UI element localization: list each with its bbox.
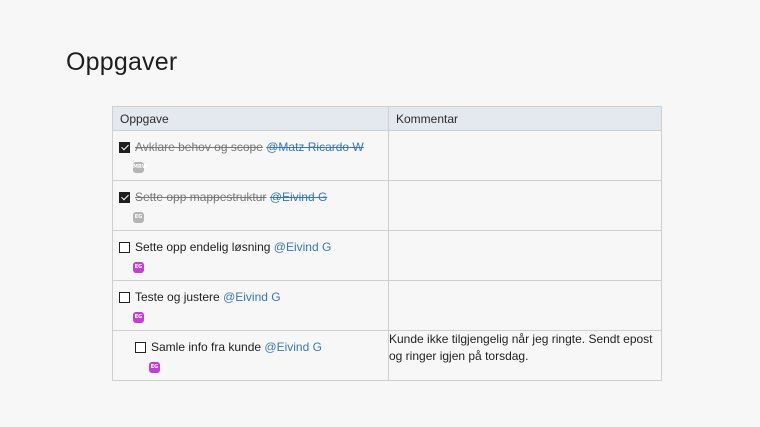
task-item: Avklare behov og scope @Matz Ricardo W (119, 139, 388, 155)
task-cell[interactable]: Teste og justere @Eivind G EG (112, 280, 389, 331)
comment-cell[interactable] (388, 230, 662, 281)
task-text: Sette opp mappestruktur (135, 190, 267, 204)
comment-cell[interactable] (388, 280, 662, 331)
table-row: Sette opp mappestruktur @Eivind G EG (112, 180, 662, 231)
mention-link[interactable]: @Matz Ricardo W (266, 140, 364, 154)
task-item: Teste og justere @Eivind G (119, 289, 388, 305)
mention-link[interactable]: @Eivind G (264, 340, 322, 354)
subtask-item: Samle info fra kunde @Eivind G (135, 339, 388, 355)
task-text: Avklare behov og scope (135, 140, 263, 154)
task-checkbox[interactable] (119, 291, 130, 303)
assignee-avatar[interactable]: EG (133, 312, 144, 323)
task-cell[interactable]: Samle info fra kunde @Eivind G EG (112, 330, 389, 381)
mention-link[interactable]: @Eivind G (274, 240, 332, 254)
table-header-row: Oppgave Kommentar (112, 106, 662, 131)
task-cell[interactable]: Avklare behov og scope @Matz Ricardo W M… (112, 130, 389, 181)
assignee-avatar[interactable]: EG (149, 362, 160, 373)
comment-cell[interactable] (388, 130, 662, 181)
task-checkbox[interactable] (135, 341, 146, 353)
task-checkbox-checked[interactable] (119, 191, 130, 203)
task-table: Oppgave Kommentar Avklare behov og scope… (112, 106, 662, 381)
column-header-comment[interactable]: Kommentar (388, 106, 662, 131)
assignee-avatar[interactable]: EG (133, 212, 144, 223)
comment-cell[interactable] (388, 180, 662, 231)
column-header-task[interactable]: Oppgave (112, 106, 389, 131)
assignee-avatar[interactable]: MRW (133, 162, 147, 173)
table-row: Sette opp endelig løsning @Eivind G EG (112, 230, 662, 281)
task-item: Sette opp mappestruktur @Eivind G (119, 189, 388, 205)
task-cell[interactable]: Sette opp mappestruktur @Eivind G EG (112, 180, 389, 231)
task-checkbox-checked[interactable] (119, 141, 130, 153)
mention-link[interactable]: @Eivind G (223, 290, 281, 304)
task-text: Samle info fra kunde (151, 340, 262, 354)
assignee-avatar[interactable]: EG (133, 262, 144, 273)
page-title: Oppgaver (66, 48, 178, 76)
table-row: Avklare behov og scope @Matz Ricardo W M… (112, 130, 662, 181)
task-text: Sette opp endelig løsning (135, 240, 271, 254)
comment-cell[interactable]: Kunde ikke tilgjengelig når jeg ringte. … (388, 330, 662, 381)
table-row: Samle info fra kunde @Eivind G EG Kunde … (112, 330, 662, 381)
table-row: Teste og justere @Eivind G EG (112, 280, 662, 331)
task-item: Sette opp endelig løsning @Eivind G (119, 239, 388, 255)
mention-link[interactable]: @Eivind G (270, 190, 328, 204)
task-text: Teste og justere (135, 290, 220, 304)
task-cell[interactable]: Sette opp endelig løsning @Eivind G EG (112, 230, 389, 281)
task-checkbox[interactable] (119, 241, 130, 253)
